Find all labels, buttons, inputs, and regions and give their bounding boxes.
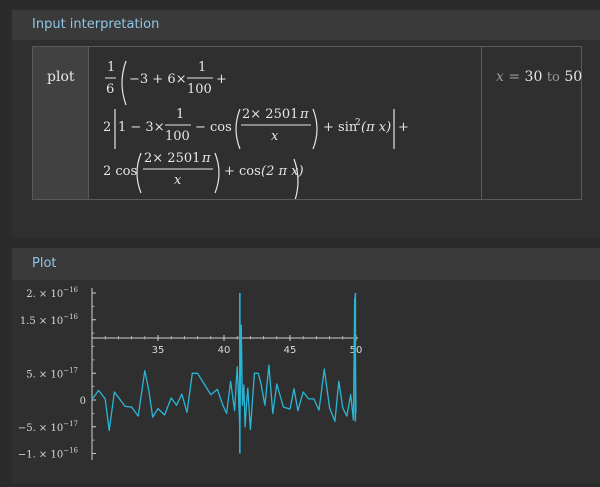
- x-tick-label: 35: [152, 345, 165, 356]
- plot-title: Plot: [12, 248, 600, 280]
- y-tick-label: −1. × 10−16: [18, 447, 79, 461]
- y-tick-label: 0: [80, 396, 86, 407]
- frac-six-den: 6: [106, 82, 114, 97]
- range-variable: x: [496, 69, 504, 85]
- line-chart: 354045502. × 10−161.5 × 10−165. × 10−170…: [18, 286, 363, 461]
- plus-1: +: [216, 72, 227, 87]
- pi-a: π: [299, 107, 309, 122]
- two-times-2501: 2× 2501: [242, 107, 298, 122]
- expression-cell: 1 6 −3 + 6× 1 100 + 2 1 − 3× 1 100 − cos…: [89, 47, 482, 199]
- big-paren-open: [121, 60, 127, 106]
- x-tick-label: 45: [284, 345, 297, 356]
- formula: 1 6 −3 + 6× 1 100 + 2 1 − 3× 1 100 − cos…: [103, 60, 409, 199]
- sin-squared: 2: [355, 118, 361, 128]
- pi-x: (π x): [361, 120, 391, 135]
- y-tick-label: −5. × 10−17: [18, 420, 78, 434]
- x-tick-label: 40: [218, 345, 231, 356]
- plus-cos: + cos: [224, 164, 261, 179]
- two-times-2501-b: 2× 2501: [144, 151, 200, 166]
- minus-cos: − cos: [195, 120, 232, 135]
- plot-pod: Plot 354045502. × 10−161.5 × 10−165. × 1…: [12, 248, 600, 483]
- paren-open: [235, 108, 241, 150]
- pi-b: π: [201, 151, 211, 166]
- data-series-line: [91, 297, 357, 432]
- interpretation-table: plot 1 6 −3 + 6× 1 100 + 2 1 − 3× 1 100 …: [32, 46, 582, 200]
- plus-sin: + sin: [323, 120, 358, 135]
- plot-area: 354045502. × 10−161.5 × 10−165. × 10−170…: [12, 280, 600, 483]
- paren-close: [312, 108, 318, 150]
- range-to: to: [546, 70, 560, 85]
- coef-two: 2: [103, 120, 111, 135]
- range-end: 50: [564, 69, 583, 85]
- frac-hundred-a: 100: [187, 82, 212, 97]
- input-interpretation-pod: Input interpretation plot 1 6 −3 + 6× 1 …: [12, 10, 600, 238]
- y-tick-label: 1.5 × 10−16: [20, 313, 79, 327]
- x-b: x: [174, 173, 182, 188]
- paren-close-2: [214, 152, 220, 194]
- frac-one-b: 1: [176, 107, 184, 122]
- range-start: 30: [524, 69, 543, 85]
- two-cos: 2 cos: [103, 164, 137, 179]
- frac-one-a: 1: [198, 60, 206, 75]
- plus-2: +: [398, 120, 409, 135]
- y-tick-label: 2. × 10−16: [26, 286, 78, 300]
- range-equals: =: [508, 69, 521, 85]
- term-minus-three: −3 + 6×: [129, 72, 186, 87]
- x-a: x: [271, 129, 279, 144]
- frac-one-num: 1: [107, 60, 115, 75]
- paren-open-2: [136, 152, 142, 194]
- range-cell: x = 30 to 50: [482, 47, 583, 199]
- inner-start: 1 − 3×: [118, 120, 165, 135]
- input-interpretation-title: Input interpretation: [12, 10, 600, 40]
- command-cell: plot: [33, 47, 89, 199]
- frac-hundred-b: 100: [165, 129, 190, 144]
- y-tick-label: 5. × 10−17: [26, 366, 78, 380]
